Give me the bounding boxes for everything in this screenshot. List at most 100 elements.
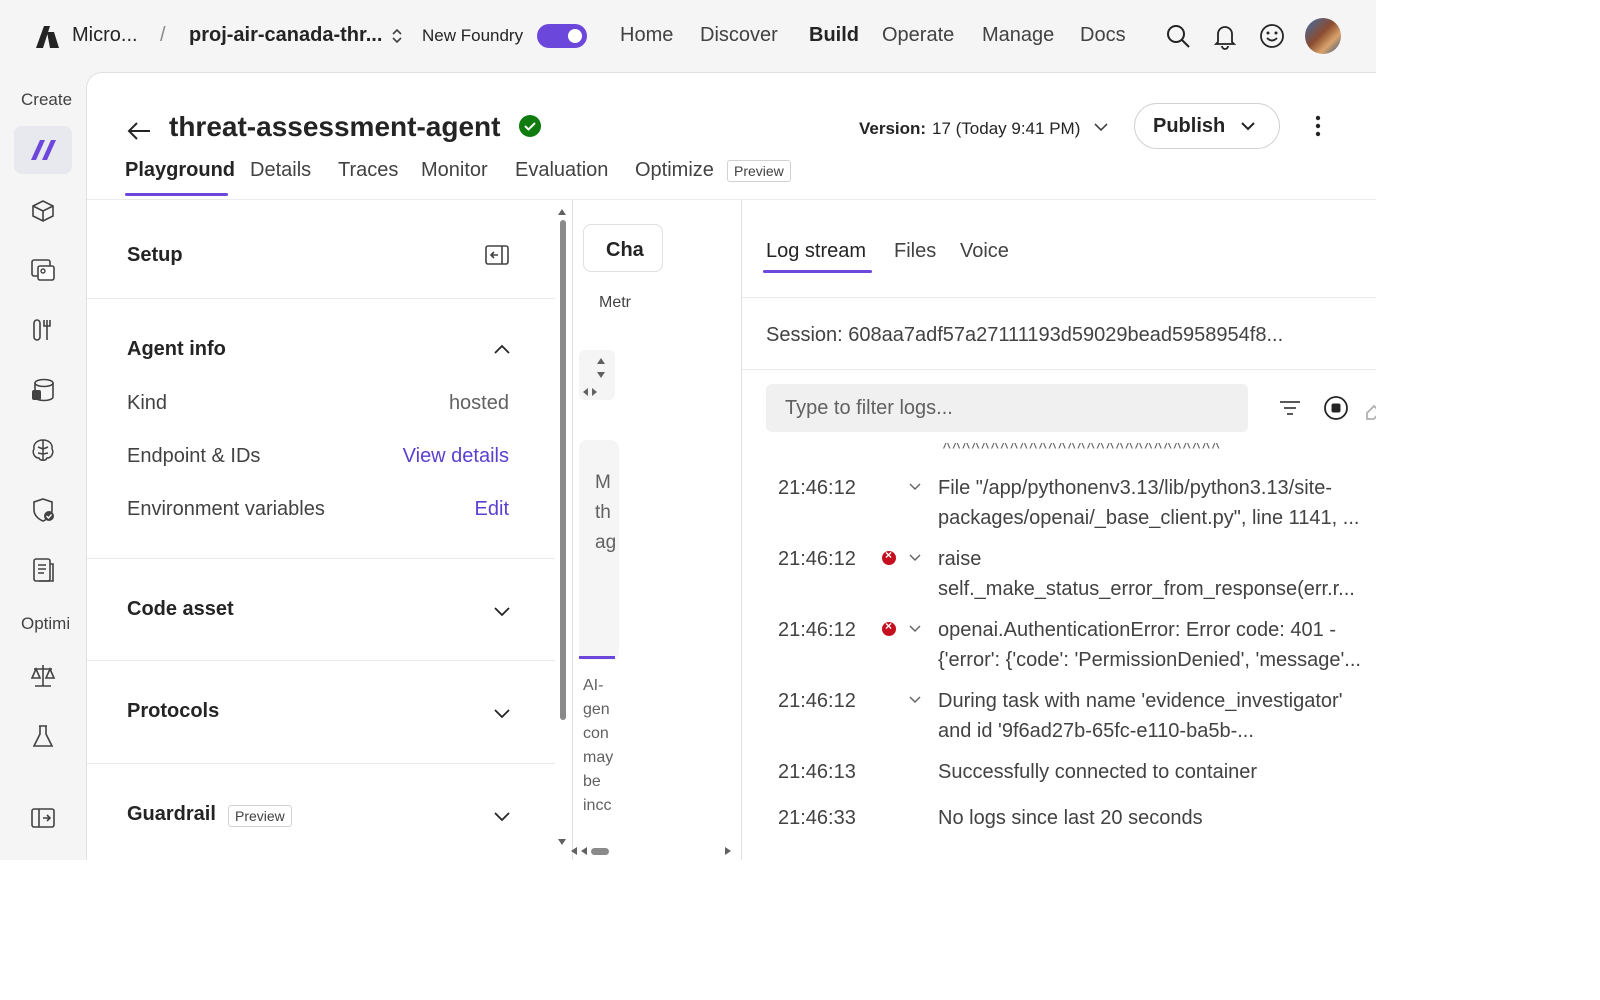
divider: [742, 369, 1376, 370]
chat-panel: Cha Metr M th ag AI- gen con may be incc: [569, 200, 739, 860]
protocols-title[interactable]: Protocols: [127, 700, 219, 723]
agents-icon[interactable]: [14, 126, 72, 174]
divider: [87, 298, 555, 299]
chevron-down-icon[interactable]: [908, 479, 922, 493]
tab-log-stream[interactable]: Log stream: [766, 240, 866, 263]
tab-evaluation[interactable]: Evaluation: [515, 159, 608, 182]
collapse-panel-icon[interactable]: [484, 244, 510, 266]
search-icon[interactable]: [1164, 22, 1192, 50]
clear-broom-icon[interactable]: [1364, 394, 1376, 422]
tab-details[interactable]: Details: [250, 159, 311, 182]
back-arrow-icon[interactable]: [125, 117, 153, 145]
divider: [742, 297, 1376, 298]
nav-build[interactable]: Build: [809, 24, 859, 47]
metrics-label: Metr: [599, 294, 631, 311]
scale-icon[interactable]: [14, 652, 72, 700]
tab-monitor[interactable]: Monitor: [421, 159, 488, 182]
log-message: No logs since last 20 seconds: [938, 807, 1203, 829]
nav-manage[interactable]: Manage: [982, 24, 1054, 47]
log-message: openai.AuthenticationError: Error code: …: [938, 619, 1361, 671]
agent-info-title[interactable]: Agent info: [127, 338, 226, 361]
data-icon[interactable]: [14, 366, 72, 414]
active-log-tab-indicator: [763, 270, 872, 273]
chevron-down-icon[interactable]: [908, 550, 922, 564]
main-panel: threat-assessment-agent Version: 17 (Tod…: [86, 72, 1376, 860]
brain-icon[interactable]: [14, 426, 72, 474]
version-value[interactable]: 17 (Today 9:41 PM): [932, 119, 1080, 139]
message-indicator: [579, 656, 615, 659]
avatar[interactable]: [1305, 18, 1341, 54]
brand-name[interactable]: Micro...: [72, 24, 138, 47]
new-foundry-toggle[interactable]: [537, 24, 587, 48]
ai-disclaimer: AI- gen con may be incc: [583, 677, 614, 814]
active-tab-indicator: [125, 193, 228, 196]
nav-home[interactable]: Home: [620, 24, 673, 47]
chevron-up-icon[interactable]: [491, 338, 513, 360]
pan-control[interactable]: [579, 350, 615, 400]
chevron-down-icon[interactable]: [908, 692, 922, 706]
error-icon: [882, 548, 896, 565]
stop-icon[interactable]: [1322, 394, 1350, 422]
models-icon[interactable]: [14, 186, 72, 234]
document-icon[interactable]: [14, 546, 72, 594]
log-time: 21:46:33: [778, 807, 856, 829]
shield-icon[interactable]: [14, 486, 72, 534]
panel-divider[interactable]: [572, 200, 573, 860]
tab-playground[interactable]: Playground: [125, 159, 235, 182]
breadcrumb-separator: /: [160, 24, 166, 46]
foundry-logo[interactable]: [32, 22, 60, 50]
log-time: 21:46:13: [778, 761, 856, 783]
guardrail-preview-badge: Preview: [228, 805, 292, 827]
log-list: ^^^^^^^^^^^^^^^^^^^^^^^^^^^^^ 21:46:12 F…: [742, 443, 1376, 860]
foundry-app: Micro... / proj-air-canada-thr... New Fo…: [0, 0, 1376, 860]
tools-icon[interactable]: [14, 306, 72, 354]
edit-env-link[interactable]: Edit: [475, 498, 509, 521]
nav-discover[interactable]: Discover: [700, 24, 778, 47]
filter-icon[interactable]: [1276, 394, 1304, 422]
chevron-down-icon[interactable]: [1091, 117, 1111, 137]
setup-panel: Setup Agent info Kind hosted Endpoint & …: [87, 200, 566, 860]
expand-rail-icon[interactable]: [14, 794, 72, 842]
chevron-down-icon: [1241, 122, 1255, 131]
pan-arrows-icon: [583, 358, 605, 396]
guardrail-title[interactable]: Guardrail: [127, 803, 216, 826]
nav-operate[interactable]: Operate: [882, 24, 954, 47]
rail-create-label: Create: [21, 90, 73, 109]
images-icon[interactable]: [14, 246, 72, 294]
chevron-down-icon[interactable]: [908, 621, 922, 635]
error-icon: [882, 619, 896, 636]
scroll-up-arrow-icon[interactable]: [557, 208, 567, 216]
tab-optimize[interactable]: Optimize: [635, 159, 714, 182]
smiley-icon[interactable]: [1258, 22, 1286, 50]
log-panel: Log stream Files Voice Session: 608aa7ad…: [741, 200, 1376, 860]
chat-horizontal-scrollbar[interactable]: [569, 843, 739, 859]
chevron-down-icon[interactable]: [491, 600, 513, 622]
more-options-icon[interactable]: [1303, 111, 1333, 141]
publish-label: Publish: [1153, 114, 1226, 137]
tab-files[interactable]: Files: [894, 240, 936, 263]
tab-chat[interactable]: Cha: [583, 224, 663, 272]
tab-voice[interactable]: Voice: [960, 240, 1009, 263]
chevron-down-icon[interactable]: [491, 805, 513, 827]
env-vars-label: Environment variables: [127, 498, 325, 520]
log-time: 21:46:12: [778, 477, 856, 499]
project-selector[interactable]: proj-air-canada-thr...: [189, 24, 382, 47]
log-filter-input[interactable]: [766, 384, 1248, 432]
setup-scrollbar[interactable]: [557, 208, 567, 848]
tab-traces[interactable]: Traces: [338, 159, 398, 182]
code-asset-title[interactable]: Code asset: [127, 598, 234, 621]
log-time: 21:46:12: [778, 548, 856, 570]
chevron-up-down-icon[interactable]: [390, 25, 404, 47]
log-time: 21:46:12: [778, 619, 856, 641]
view-details-link[interactable]: View details: [403, 445, 509, 468]
scroll-thumb[interactable]: [560, 220, 566, 720]
log-message: raise self._make_status_error_from_respo…: [938, 548, 1355, 600]
log-time: 21:46:12: [778, 690, 856, 712]
scroll-down-arrow-icon[interactable]: [557, 838, 567, 846]
flask-icon[interactable]: [14, 712, 72, 760]
kind-label: Kind: [127, 392, 168, 414]
nav-docs[interactable]: Docs: [1080, 24, 1126, 47]
publish-button[interactable]: Publish: [1134, 103, 1280, 149]
bell-icon[interactable]: [1211, 22, 1239, 50]
chevron-down-icon[interactable]: [491, 702, 513, 724]
